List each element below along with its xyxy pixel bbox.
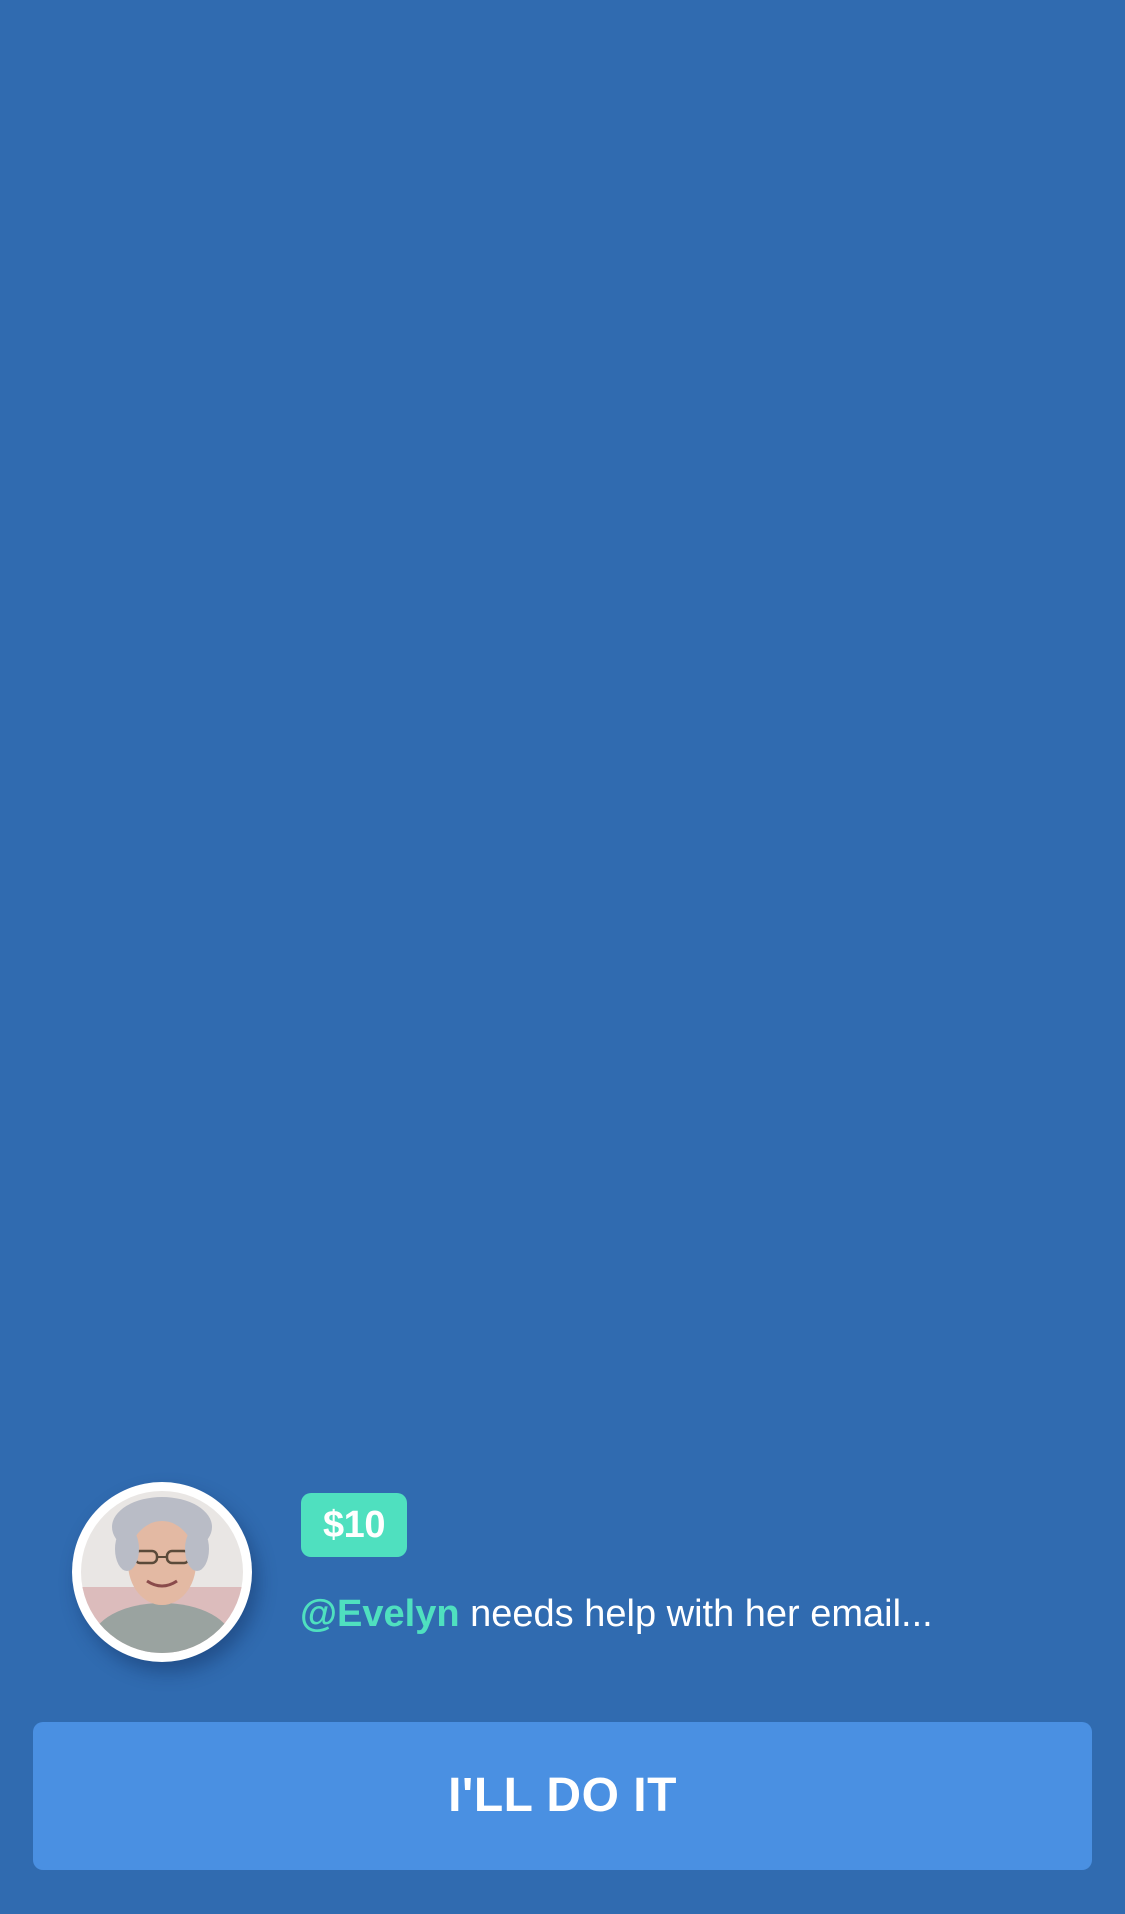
task-screen: $10 @Evelyn needs help with her email...…	[0, 0, 1125, 1914]
avatar-photo-icon	[81, 1491, 243, 1653]
accept-task-button[interactable]: I'LL DO IT	[33, 1722, 1092, 1870]
user-avatar[interactable]	[72, 1482, 252, 1662]
user-handle-link[interactable]: @Evelyn	[300, 1593, 460, 1635]
task-message: @Evelyn needs help with her email...	[300, 1590, 933, 1638]
price-badge: $10	[301, 1493, 407, 1557]
task-description: needs help with her email...	[470, 1593, 933, 1635]
